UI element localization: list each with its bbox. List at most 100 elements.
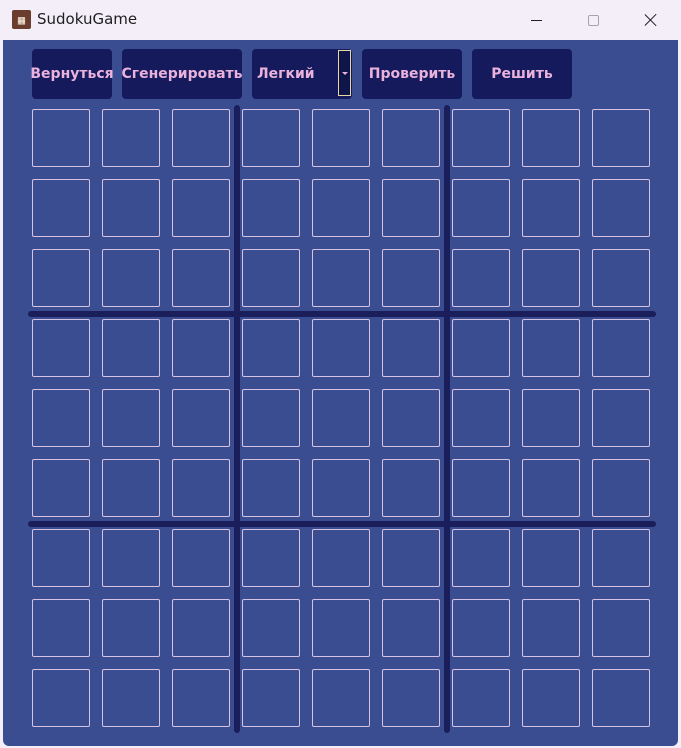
sudoku-cell[interactable] xyxy=(242,669,300,727)
sudoku-cell[interactable] xyxy=(32,389,90,447)
sudoku-cell[interactable] xyxy=(522,389,580,447)
sudoku-cell[interactable] xyxy=(382,459,440,517)
sudoku-cell[interactable] xyxy=(312,669,370,727)
sudoku-cell[interactable] xyxy=(102,179,160,237)
back-button[interactable]: Вернуться xyxy=(30,49,114,99)
sudoku-cell[interactable] xyxy=(242,179,300,237)
sudoku-cell[interactable] xyxy=(592,109,650,167)
block-divider-vertical xyxy=(234,105,240,733)
solve-button[interactable]: Решить xyxy=(472,49,572,99)
sudoku-cell[interactable] xyxy=(452,459,510,517)
title-bar[interactable]: ▦ SudokuGame xyxy=(0,0,681,40)
sudoku-cell[interactable] xyxy=(172,109,230,167)
generate-button[interactable]: Сгенерировать xyxy=(122,49,243,99)
close-button[interactable] xyxy=(628,0,674,40)
minimize-button[interactable] xyxy=(513,0,559,40)
sudoku-cell[interactable] xyxy=(522,109,580,167)
sudoku-cell[interactable] xyxy=(32,319,90,377)
sudoku-cell[interactable] xyxy=(32,179,90,237)
sudoku-cell[interactable] xyxy=(312,319,370,377)
sudoku-cell[interactable] xyxy=(32,669,90,727)
sudoku-cell[interactable] xyxy=(242,599,300,657)
maximize-button[interactable] xyxy=(570,0,616,40)
sudoku-cell[interactable] xyxy=(242,529,300,587)
sudoku-cell[interactable] xyxy=(32,459,90,517)
sudoku-cell[interactable] xyxy=(102,669,160,727)
block-divider-vertical xyxy=(444,105,450,733)
sudoku-cell[interactable] xyxy=(522,599,580,657)
chevron-down-icon xyxy=(341,71,348,75)
sudoku-cell[interactable] xyxy=(452,389,510,447)
sudoku-cell[interactable] xyxy=(102,459,160,517)
sudoku-cell[interactable] xyxy=(382,389,440,447)
sudoku-cell[interactable] xyxy=(242,319,300,377)
sudoku-cell[interactable] xyxy=(382,599,440,657)
sudoku-cell[interactable] xyxy=(522,459,580,517)
sudoku-cell[interactable] xyxy=(382,179,440,237)
sudoku-cell[interactable] xyxy=(592,599,650,657)
sudoku-cell[interactable] xyxy=(452,319,510,377)
sudoku-cell[interactable] xyxy=(102,599,160,657)
sudoku-cell[interactable] xyxy=(172,459,230,517)
sudoku-cell[interactable] xyxy=(382,529,440,587)
sudoku-cell[interactable] xyxy=(32,599,90,657)
sudoku-cell[interactable] xyxy=(312,389,370,447)
game-area: Вернуться Сгенерировать Легкий Проверить… xyxy=(3,40,678,746)
sudoku-cell[interactable] xyxy=(452,249,510,307)
sudoku-cell[interactable] xyxy=(452,529,510,587)
sudoku-app-icon: ▦ xyxy=(12,10,31,29)
close-icon xyxy=(644,13,658,27)
sudoku-cell[interactable] xyxy=(172,669,230,727)
sudoku-cell[interactable] xyxy=(382,109,440,167)
sudoku-cell[interactable] xyxy=(592,319,650,377)
sudoku-cell[interactable] xyxy=(522,669,580,727)
sudoku-cell[interactable] xyxy=(102,529,160,587)
sudoku-cell[interactable] xyxy=(242,459,300,517)
sudoku-cell[interactable] xyxy=(382,319,440,377)
sudoku-cell[interactable] xyxy=(382,249,440,307)
sudoku-cell[interactable] xyxy=(172,599,230,657)
sudoku-cell[interactable] xyxy=(32,529,90,587)
app-window: ▦ SudokuGame Вернуться Сгенерировать Лег… xyxy=(0,0,681,748)
sudoku-cell[interactable] xyxy=(452,179,510,237)
sudoku-cell[interactable] xyxy=(242,249,300,307)
sudoku-cell[interactable] xyxy=(172,179,230,237)
sudoku-cell[interactable] xyxy=(312,459,370,517)
sudoku-cell[interactable] xyxy=(522,319,580,377)
sudoku-cell[interactable] xyxy=(382,669,440,727)
sudoku-cell[interactable] xyxy=(172,389,230,447)
sudoku-cell[interactable] xyxy=(592,179,650,237)
sudoku-cell[interactable] xyxy=(452,599,510,657)
sudoku-cell[interactable] xyxy=(32,109,90,167)
sudoku-cell[interactable] xyxy=(312,179,370,237)
sudoku-cell[interactable] xyxy=(592,389,650,447)
sudoku-cell[interactable] xyxy=(452,669,510,727)
sudoku-cell[interactable] xyxy=(522,249,580,307)
sudoku-cell[interactable] xyxy=(172,319,230,377)
sudoku-cell[interactable] xyxy=(312,529,370,587)
sudoku-cell[interactable] xyxy=(102,319,160,377)
check-button[interactable]: Проверить xyxy=(362,49,462,99)
sudoku-cell[interactable] xyxy=(102,249,160,307)
sudoku-cell[interactable] xyxy=(102,389,160,447)
sudoku-cell[interactable] xyxy=(32,249,90,307)
block-divider-horizontal xyxy=(28,311,656,317)
sudoku-cell[interactable] xyxy=(522,179,580,237)
sudoku-cell[interactable] xyxy=(592,249,650,307)
difficulty-select[interactable]: Легкий xyxy=(252,49,352,99)
sudoku-cell[interactable] xyxy=(312,599,370,657)
sudoku-cell[interactable] xyxy=(592,459,650,517)
sudoku-cell[interactable] xyxy=(312,109,370,167)
sudoku-cell[interactable] xyxy=(522,529,580,587)
sudoku-cell[interactable] xyxy=(172,249,230,307)
difficulty-selected-value: Легкий xyxy=(257,66,315,82)
sudoku-cell[interactable] xyxy=(242,389,300,447)
sudoku-cell[interactable] xyxy=(242,109,300,167)
dropdown-toggle[interactable] xyxy=(338,50,351,96)
sudoku-cell[interactable] xyxy=(592,529,650,587)
sudoku-cell[interactable] xyxy=(592,669,650,727)
sudoku-cell[interactable] xyxy=(312,249,370,307)
sudoku-cell[interactable] xyxy=(102,109,160,167)
sudoku-cell[interactable] xyxy=(172,529,230,587)
sudoku-cell[interactable] xyxy=(452,109,510,167)
